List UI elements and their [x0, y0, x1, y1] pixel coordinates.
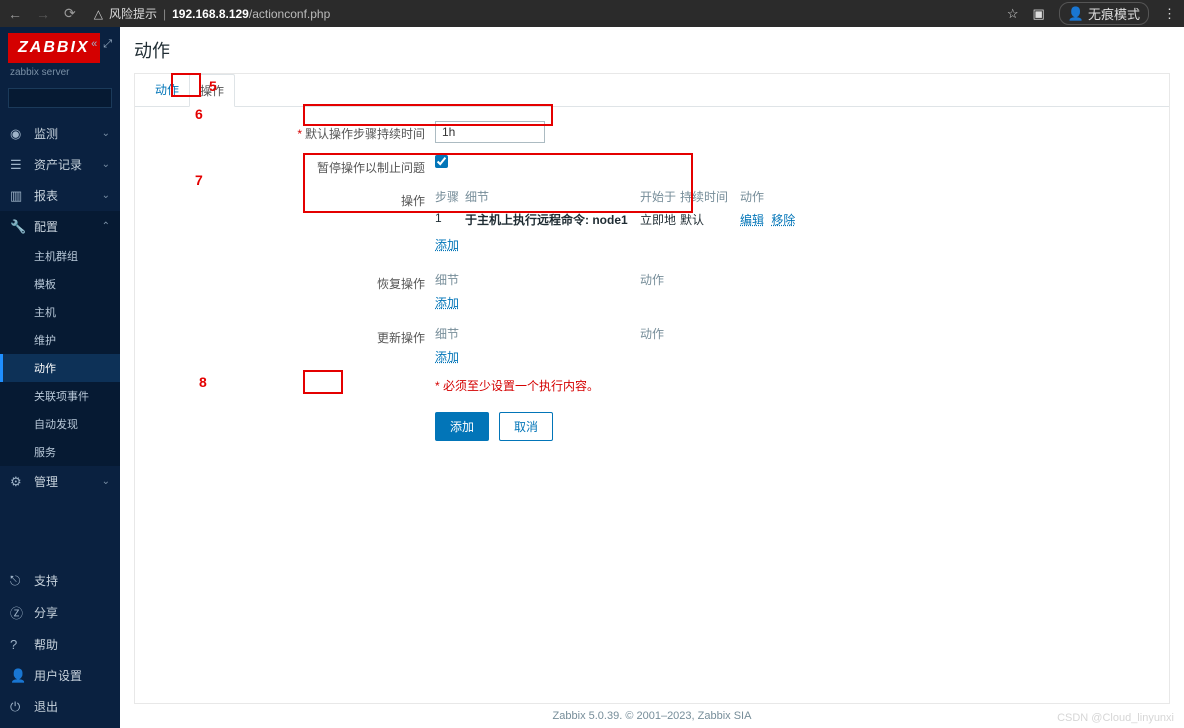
- form-panel: 动作 操作 *默认操作步骤持续时间 暂停操作以制止问题: [134, 73, 1170, 704]
- back-icon[interactable]: ←: [8, 6, 22, 22]
- update-header: 细节 动作: [435, 325, 1159, 342]
- wrench-icon: 🔧: [10, 219, 26, 235]
- nav-support[interactable]: ⎋支持: [0, 565, 120, 596]
- incognito-badge: 👤无痕模式: [1059, 2, 1149, 25]
- nav-help[interactable]: ?帮助: [0, 629, 120, 660]
- collapse-icon[interactable]: «: [91, 38, 97, 51]
- cell-duration: 默认: [680, 211, 740, 228]
- cell-step: 1: [435, 211, 465, 228]
- main-content: 动作 动作 操作 *默认操作步骤持续时间 暂停操作以制止问题: [120, 27, 1184, 728]
- forward-icon[interactable]: →: [36, 6, 50, 22]
- checkbox-pause[interactable]: [435, 155, 448, 168]
- nav-admin[interactable]: ⚙ 管理 ⌄: [0, 466, 120, 497]
- server-name: zabbix server: [0, 63, 120, 84]
- watermark: CSDN @Cloud_linyunxi: [1057, 712, 1174, 724]
- nav-reports[interactable]: ▥ 报表 ⌄: [0, 180, 120, 211]
- chevron-down-icon: ⌄: [102, 476, 110, 487]
- search-box[interactable]: 🔍: [8, 88, 112, 108]
- tab-action[interactable]: 动作: [145, 74, 189, 106]
- input-default-step-duration[interactable]: [435, 121, 545, 143]
- sidebar-item-actions[interactable]: 动作: [0, 354, 120, 382]
- add-button[interactable]: 添加: [435, 412, 489, 441]
- ops-table-header: 步骤 细节 开始于 持续时间 动作: [435, 188, 1159, 205]
- user-icon: 👤: [10, 668, 26, 684]
- footer: Zabbix 5.0.39. © 2001–2023, Zabbix SIA: [134, 704, 1170, 728]
- help-icon: ?: [10, 637, 26, 652]
- label-default-step-duration: *默认操作步骤持续时间: [145, 121, 435, 142]
- chevron-down-icon: ⌄: [102, 128, 110, 139]
- cell-detail: 于主机上执行远程命令: node1: [465, 211, 640, 228]
- expand-icon[interactable]: ⤢: [103, 38, 112, 51]
- sidebar-item-correlation[interactable]: 关联项事件: [0, 382, 120, 410]
- sidebar-item-maintenance[interactable]: 维护: [0, 326, 120, 354]
- chevron-down-icon: ⌄: [102, 190, 110, 201]
- url-host: 192.168.8.129: [172, 7, 249, 21]
- label-update: 更新操作: [145, 325, 435, 346]
- support-icon: ⎋: [10, 573, 26, 589]
- reload-icon[interactable]: ⟳: [64, 5, 76, 22]
- url-path: /actionconf.php: [249, 7, 330, 21]
- warning-icon: △: [94, 7, 103, 21]
- nav-monitor[interactable]: ◉ 监测 ⌄: [0, 118, 120, 149]
- sidebar: ZABBIX « ⤢ zabbix server 🔍 ◉ 监测 ⌄ ☰ 资产记录 …: [0, 27, 120, 728]
- nav-assets[interactable]: ☰ 资产记录 ⌄: [0, 149, 120, 180]
- chart-icon: ▥: [10, 188, 26, 204]
- browser-chrome: ← → ⟳ △ 风险提示 | 192.168.8.129/actionconf.…: [0, 0, 1184, 27]
- chevron-up-icon: ⌃: [102, 221, 110, 232]
- nav-logout[interactable]: ⏻退出: [0, 691, 120, 722]
- logo[interactable]: ZABBIX: [8, 33, 100, 63]
- recovery-col-detail: 细节: [435, 271, 640, 288]
- link-edit[interactable]: 编辑: [740, 213, 764, 227]
- require-message: * 必须至少设置一个执行内容。: [435, 377, 1159, 394]
- sidebar-item-hostgroups[interactable]: 主机群组: [0, 242, 120, 270]
- eye-icon: ◉: [10, 126, 26, 142]
- link-add-recovery[interactable]: 添加: [435, 296, 459, 310]
- security-warning: 风险提示: [109, 5, 157, 22]
- update-col-detail: 细节: [435, 325, 640, 342]
- label-recovery: 恢复操作: [145, 271, 435, 292]
- menu-icon[interactable]: ⋮: [1163, 6, 1176, 22]
- gear-icon: ⚙: [10, 474, 26, 490]
- nav-config[interactable]: 🔧 配置 ⌃: [0, 211, 120, 242]
- col-detail: 细节: [465, 188, 640, 205]
- cell-start: 立即地: [640, 211, 680, 228]
- panel-icon[interactable]: ▣: [1033, 6, 1045, 22]
- col-action: 动作: [740, 188, 1159, 205]
- share-icon: Ⓩ: [10, 603, 26, 622]
- tab-operations[interactable]: 操作: [189, 74, 235, 107]
- link-add-operation[interactable]: 添加: [435, 238, 459, 252]
- list-icon: ☰: [10, 157, 26, 173]
- label-operations: 操作: [145, 188, 435, 209]
- col-start: 开始于: [640, 188, 680, 205]
- tab-bar: 动作 操作: [135, 74, 1169, 107]
- sidebar-item-services[interactable]: 服务: [0, 438, 120, 466]
- sidebar-item-templates[interactable]: 模板: [0, 270, 120, 298]
- logout-icon: ⏻: [10, 699, 26, 715]
- recovery-header: 细节 动作: [435, 271, 1159, 288]
- chevron-down-icon: ⌄: [102, 159, 110, 170]
- col-step: 步骤: [435, 188, 465, 205]
- label-pause: 暂停操作以制止问题: [145, 155, 435, 176]
- link-remove[interactable]: 移除: [771, 213, 795, 227]
- nav-usersettings[interactable]: 👤用户设置: [0, 660, 120, 691]
- link-add-update[interactable]: 添加: [435, 350, 459, 364]
- page-title: 动作: [134, 37, 1170, 63]
- col-duration: 持续时间: [680, 188, 740, 205]
- sidebar-item-discovery[interactable]: 自动发现: [0, 410, 120, 438]
- star-icon[interactable]: ☆: [1007, 6, 1019, 22]
- update-col-action: 动作: [640, 325, 1159, 342]
- ops-table-row: 1 于主机上执行远程命令: node1 立即地 默认 编辑 移除: [435, 211, 1159, 228]
- cancel-button[interactable]: 取消: [499, 412, 553, 441]
- nav-share[interactable]: Ⓩ分享: [0, 596, 120, 629]
- sidebar-item-hosts[interactable]: 主机: [0, 298, 120, 326]
- config-subitems: 主机群组 模板 主机 维护 动作 关联项事件 自动发现 服务: [0, 242, 120, 466]
- recovery-col-action: 动作: [640, 271, 1159, 288]
